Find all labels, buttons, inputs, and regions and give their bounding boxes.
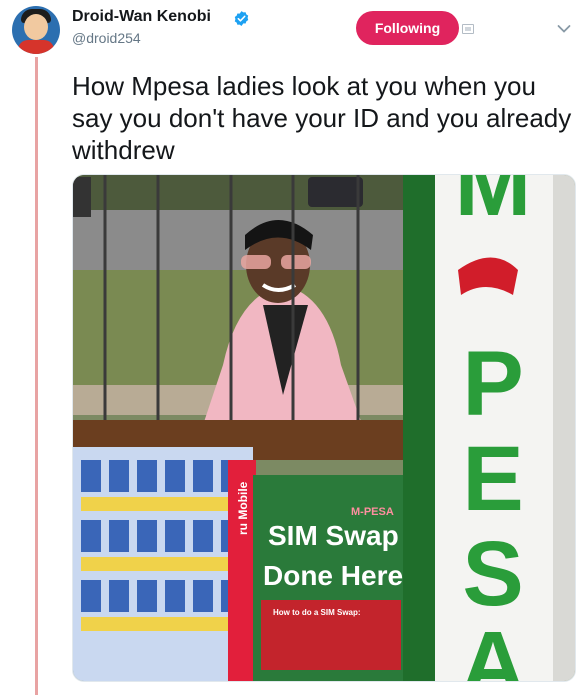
display-name[interactable]: Droid-Wan Kenobi	[72, 8, 211, 26]
avatar[interactable]	[12, 6, 60, 54]
user-handle[interactable]: @droid254	[72, 30, 141, 46]
sign-letter-p: P	[462, 333, 523, 435]
following-button[interactable]: Following	[356, 11, 459, 45]
tweet-photo[interactable]: ru Mobile M-PESA SIM Swap Done Here How …	[72, 174, 576, 682]
sign-letter-s: S	[462, 523, 523, 625]
sign-letter-a: A	[460, 613, 526, 682]
direct-message-icon[interactable]	[462, 24, 474, 34]
tweet-text: How Mpesa ladies look at you when you sa…	[72, 71, 572, 165]
sign-letter-e: E	[462, 428, 523, 530]
sign-line-1: SIM Swap	[268, 520, 399, 551]
sign-line-2: Done Here	[263, 560, 403, 591]
verified-badge-icon	[234, 11, 249, 26]
sign-letter-m: M	[455, 175, 532, 235]
thread-line	[35, 57, 38, 695]
small-sign-heading: How to do a SIM Swap:	[273, 608, 361, 617]
kiosk-side-text: ru Mobile	[236, 481, 250, 535]
sign-brand: M-PESA	[351, 506, 394, 518]
chevron-down-icon[interactable]	[557, 24, 571, 34]
meme-image: ru Mobile M-PESA SIM Swap Done Here How …	[73, 175, 575, 682]
